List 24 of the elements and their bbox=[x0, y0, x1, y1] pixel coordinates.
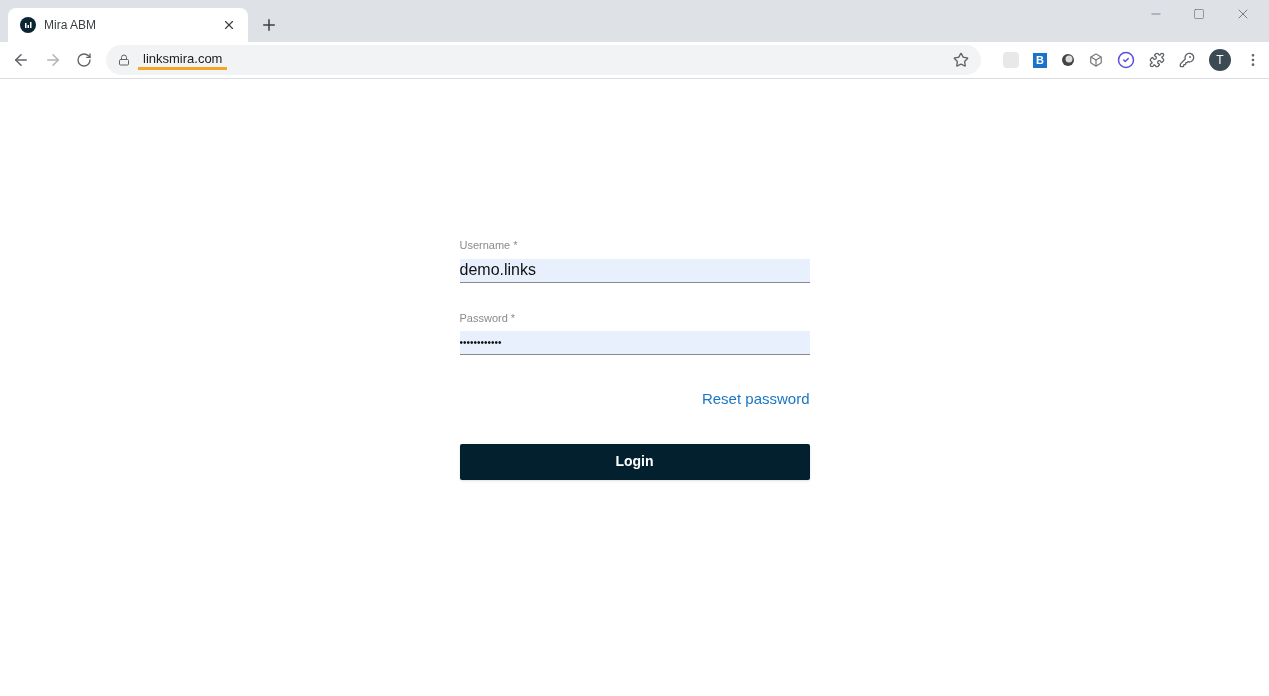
reset-password-link[interactable]: Reset password bbox=[701, 388, 810, 411]
puzzle-icon[interactable] bbox=[1149, 52, 1165, 68]
cube-icon[interactable] bbox=[1089, 53, 1103, 67]
address-bar[interactable]: linksmira.com bbox=[106, 45, 982, 75]
field-label: Username * bbox=[459, 238, 519, 253]
tab-title: Mira ABM bbox=[44, 17, 97, 34]
back-icon[interactable] bbox=[12, 51, 30, 69]
browser-tab[interactable]: Mira ABM bbox=[8, 8, 248, 42]
bar-chart-logo-icon bbox=[20, 17, 36, 33]
check-badge-icon[interactable] bbox=[1117, 51, 1135, 69]
star-icon[interactable] bbox=[953, 52, 970, 68]
new-tab-icon[interactable] bbox=[260, 16, 278, 34]
login-button[interactable]: Login bbox=[459, 443, 810, 480]
circle-extension-icon[interactable] bbox=[1061, 53, 1075, 67]
url-text: linksmira.com bbox=[138, 50, 228, 70]
close-icon[interactable] bbox=[222, 18, 236, 32]
key-icon[interactable] bbox=[1179, 52, 1195, 68]
reload-icon[interactable] bbox=[76, 52, 92, 68]
extension-badge[interactable]: B bbox=[1033, 52, 1047, 68]
lock-icon bbox=[118, 54, 130, 66]
field-label: Password * bbox=[459, 310, 517, 326]
username-field[interactable]: demo.links bbox=[459, 258, 810, 283]
profile-avatar[interactable]: T bbox=[1209, 49, 1231, 71]
password-field[interactable]: •••••••••••• bbox=[459, 331, 810, 355]
